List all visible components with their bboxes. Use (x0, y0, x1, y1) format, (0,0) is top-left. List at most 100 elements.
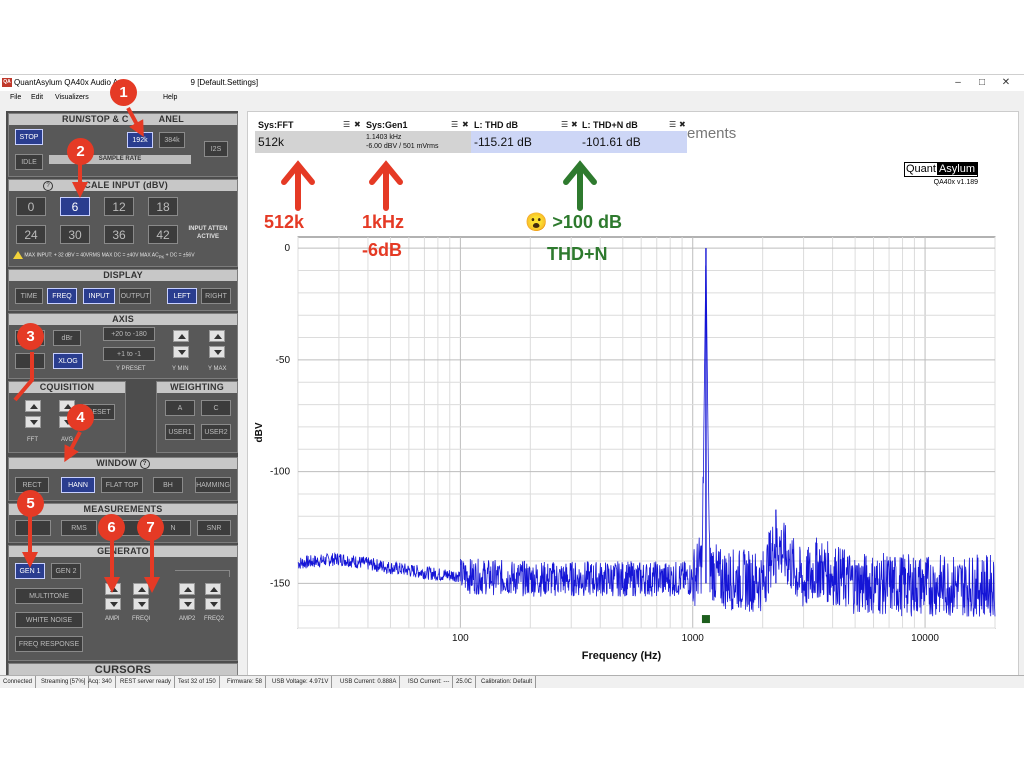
display-section: DISPLAY TIME FREQ INPUT OUTPUT LEFT RIGH… (8, 269, 238, 311)
fft-chart[interactable]: 0 -50 -100 -150 100 1000 10000 Frequency (Hz) dB… (248, 112, 1016, 668)
avg-label: AVG (61, 437, 74, 443)
scale-12-button[interactable]: 12 (104, 197, 134, 216)
freq2-up-icon[interactable] (205, 583, 221, 595)
menu-visualizers[interactable]: Visualizers (55, 91, 89, 104)
dbr-button[interactable]: dBr (53, 330, 81, 346)
weight-user2-button[interactable]: USER2 (201, 424, 231, 440)
minimize-button[interactable]: – (948, 75, 968, 91)
menu-help[interactable]: Help (163, 91, 177, 104)
maximize-button[interactable]: □ (972, 75, 992, 91)
freq1-up-icon[interactable] (133, 583, 149, 595)
ymin-label: Y MIN (172, 366, 189, 372)
axis-section: AXIS dBr XLOG +20 to -180 +1 to -1 Y PRE… (8, 313, 238, 379)
menu-file[interactable]: File (10, 91, 21, 104)
ymax-down-icon[interactable] (209, 346, 225, 358)
x-tick-label: 1000 (682, 633, 705, 644)
status-iso-current: ISO Current: --- (405, 676, 454, 688)
status-temp: 25.0C (453, 676, 477, 688)
amp2-label: AMP2 (179, 616, 196, 622)
annotation-badge-2: 2 (67, 138, 94, 165)
window-hamming-button[interactable]: HAMMING (195, 477, 231, 493)
scale-24-button[interactable]: 24 (16, 225, 46, 244)
rate-192k-button[interactable]: 192k (127, 132, 153, 148)
scale-36-button[interactable]: 36 (104, 225, 134, 244)
stop-button[interactable]: STOP (15, 129, 43, 145)
i2s-button[interactable]: I2S (204, 141, 228, 157)
display-left-button[interactable]: LEFT (167, 288, 197, 304)
window-flattop-button[interactable]: FLAT TOP (101, 477, 143, 493)
weighting-section: WEIGHTING A C USER1 USER2 (156, 381, 238, 453)
rate-384k-button[interactable]: 384k (159, 132, 185, 148)
close-button[interactable]: ✕ (996, 75, 1016, 91)
ymin-down-icon[interactable] (173, 346, 189, 358)
client-area: RUN/STOP & C ANEL STOP IDLE 192k 384k I2S… (0, 105, 1024, 677)
scale-18-button[interactable]: 18 (148, 197, 178, 216)
x-tick-label: 10000 (911, 633, 939, 644)
ymin-up-icon[interactable] (173, 330, 189, 342)
annotation-thdn-text: THD+N (547, 244, 608, 264)
scale-42-button[interactable]: 42 (148, 225, 178, 244)
display-time-button[interactable]: TIME (15, 288, 43, 304)
scale-30-button[interactable]: 30 (60, 225, 90, 244)
amp1-up-icon[interactable] (105, 583, 121, 595)
x-axis-label: Frequency (Hz) (582, 650, 662, 662)
menu-edit[interactable]: Edit (31, 91, 43, 104)
display-input-button[interactable]: INPUT (83, 288, 115, 304)
fft-down-icon[interactable] (25, 416, 41, 428)
white-noise-button[interactable]: WHITE NOISE (15, 612, 83, 628)
fft-label: FFT (27, 437, 38, 443)
amp2-down-icon[interactable] (179, 598, 195, 610)
ypreset-1-1-button[interactable]: +1 to -1 (103, 347, 155, 361)
app-logo-icon: QA (2, 78, 12, 87)
weight-a-button[interactable]: A (165, 400, 195, 416)
annotation-thd-text: 😮 >100 dB (525, 212, 622, 232)
meas-button-1[interactable] (15, 520, 51, 536)
cursors-header: CURSORS (9, 664, 237, 675)
input-atten-label: INPUT ATTEN ACTIVE (188, 226, 228, 240)
window-help-icon[interactable]: ? (139, 458, 150, 469)
amp1-label: AMPl (105, 616, 120, 622)
annotation-badge-5: 5 (17, 490, 44, 517)
status-usb-voltage: USB Voltage: 4.971V (269, 676, 333, 688)
fft-up-icon[interactable] (25, 400, 41, 412)
freq-response-button[interactable]: FREQ RESPONSE (15, 636, 83, 652)
weight-user1-button[interactable]: USER1 (165, 424, 195, 440)
ymax-up-icon[interactable] (209, 330, 225, 342)
acquisition-header: CQUISITION (9, 382, 125, 393)
freq1-down-icon[interactable] (133, 598, 149, 610)
annotation-gen-level-text: -6dB (362, 240, 402, 260)
display-output-button[interactable]: OUTPUT (119, 288, 151, 304)
idle-button[interactable]: IDLE (15, 154, 43, 170)
freq2-down-icon[interactable] (205, 598, 221, 610)
window-hann-button[interactable]: HANN (61, 477, 95, 493)
meas-rms-button[interactable]: RMS (61, 520, 97, 536)
display-right-button[interactable]: RIGHT (201, 288, 231, 304)
amp2-up-icon[interactable] (179, 583, 195, 595)
ymax-label: Y MAX (208, 366, 227, 372)
amp1-down-icon[interactable] (105, 598, 121, 610)
display-freq-button[interactable]: FREQ (47, 288, 77, 304)
status-firmware: Firmware: 58 (224, 676, 267, 688)
axis-b-button[interactable] (15, 353, 45, 369)
meas-snr-button[interactable]: SNR (197, 520, 231, 536)
annotation-badge-7: 7 (137, 514, 164, 541)
status-rest: REST server ready (117, 676, 175, 688)
xlog-button[interactable]: XLOG (53, 353, 83, 369)
gen2-button[interactable]: GEN 2 (51, 563, 81, 579)
help-icon[interactable]: ? (43, 181, 53, 191)
ypreset-20-180-button[interactable]: +20 to -180 (103, 327, 155, 341)
window-bh-button[interactable]: BH (153, 477, 183, 493)
y-tick-label: -50 (276, 355, 291, 366)
scale-0-button[interactable]: 0 (16, 197, 46, 216)
freq1-label: FREQl (132, 616, 150, 622)
run-stop-header: RUN/STOP & C ANEL (9, 114, 237, 125)
y-tick-label: 0 (284, 243, 290, 254)
freq2-label: FREQ2 (204, 616, 225, 622)
weight-c-button[interactable]: C (201, 400, 231, 416)
gen1-button[interactable]: GEN 1 (15, 563, 45, 579)
annotation-badge-1: 1 (110, 79, 137, 106)
scale-6-button[interactable]: 6 (60, 197, 90, 216)
status-streaming: Streaming [57%] (38, 676, 90, 688)
warning-icon (13, 251, 23, 259)
multitone-button[interactable]: MULTITONE (15, 588, 83, 604)
